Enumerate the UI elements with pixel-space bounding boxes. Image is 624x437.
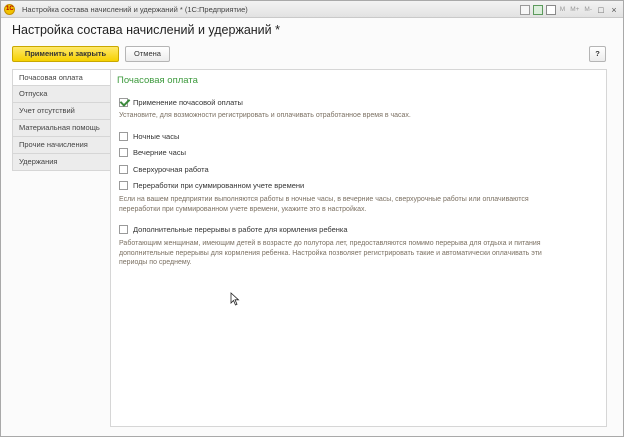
app-window: 1С Настройка состава начислений и удержа… [0,0,624,437]
apply-and-close-button[interactable]: Применить и закрыть [12,46,119,62]
help-button[interactable]: ? [589,46,606,62]
section-title: Почасовая оплата [117,75,198,86]
calculator-icon[interactable] [532,4,543,15]
sidebar-item-deductions[interactable]: Удержания [12,154,111,171]
hourly-pay-checkbox-row[interactable]: Применение почасовой оплаты [119,97,243,108]
page-title: Настройка состава начислений и удержаний… [12,23,280,37]
calendar-icon[interactable] [545,4,556,15]
title-bar-toolbar: M M+ M- □ × [519,3,619,16]
memory-button[interactable]: M [559,6,566,13]
sidebar-item-financial-aid[interactable]: Материальная помощь [12,120,111,137]
options-note: Если на вашем предприятии выполняются ра… [119,196,529,213]
favorites-icon[interactable] [519,4,530,15]
evening-hours-checkbox[interactable] [119,148,128,157]
sidebar: Почасовая оплата Отпуска Учет отсутствий… [12,69,111,171]
summed-accounting-checkbox[interactable] [119,181,128,190]
maximize-icon[interactable]: □ [596,5,606,15]
night-hours-label: Ночные часы [133,132,180,141]
sidebar-item-other-accruals[interactable]: Прочие начисления [12,137,111,154]
hourly-pay-note: Установите, для возможности регистрирова… [119,112,411,119]
mouse-cursor-icon [230,292,240,306]
evening-hours-label: Вечерние часы [133,148,186,157]
memory-minus-button[interactable]: M- [583,6,593,13]
cancel-button[interactable]: Отмена [125,46,170,62]
summed-accounting-checkbox-row[interactable]: Переработки при суммированном учете врем… [119,180,304,191]
app-logo-text: 1С [6,6,14,12]
feeding-breaks-label: Дополнительные перерывы в работе для кор… [133,225,348,234]
sidebar-item-vacations[interactable]: Отпуска [12,86,111,103]
summed-accounting-label: Переработки при суммированном учете врем… [133,181,305,190]
night-hours-checkbox[interactable] [119,132,128,141]
window-title: Настройка состава начислений и удержаний… [22,5,248,14]
feeding-breaks-checkbox[interactable] [119,225,128,234]
app-logo-icon[interactable]: 1С [4,4,15,15]
night-hours-checkbox-row[interactable]: Ночные часы [119,131,179,142]
title-bar: 1С Настройка состава начислений и удержа… [1,1,623,18]
sidebar-item-absences[interactable]: Учет отсутствий [12,103,111,120]
sidebar-item-hourly-pay[interactable]: Почасовая оплата [12,69,111,86]
settings-panel: Почасовая оплата Применение почасовой оп… [110,69,607,427]
memory-plus-button[interactable]: M+ [569,6,580,13]
evening-hours-checkbox-row[interactable]: Вечерние часы [119,147,186,158]
feeding-breaks-checkbox-row[interactable]: Дополнительные перерывы в работе для кор… [119,224,348,235]
overtime-checkbox[interactable] [119,165,128,174]
overtime-label: Сверхурочная работа [133,165,209,174]
feeding-breaks-note: Работающим женщинам, имеющим детей в воз… [119,240,542,266]
hourly-pay-label: Применение почасовой оплаты [133,98,243,107]
close-icon[interactable]: × [609,5,619,15]
overtime-checkbox-row[interactable]: Сверхурочная работа [119,164,209,175]
hourly-pay-checkbox[interactable] [119,98,128,107]
